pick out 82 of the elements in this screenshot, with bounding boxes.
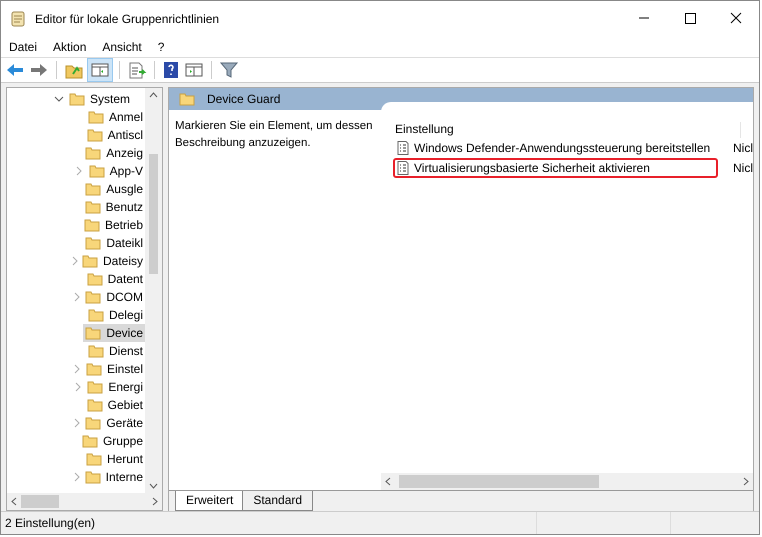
tree-item[interactable]: Datent <box>108 272 143 286</box>
setting-state: Nicl <box>733 141 753 155</box>
folder-icon <box>85 290 102 304</box>
tree-item[interactable]: Energi <box>108 380 143 394</box>
chevron-right-icon[interactable] <box>74 364 80 374</box>
tab[interactable]: Erweitert <box>175 491 244 511</box>
tree-item[interactable]: Dateikl <box>106 236 143 250</box>
tree-item[interactable]: Dienst <box>108 344 143 358</box>
horizontal-scrollbar[interactable] <box>381 473 753 490</box>
tree-item[interactable]: App-V <box>110 164 143 178</box>
window-title: Editor für lokale Gruppenrichtlinien <box>35 12 220 26</box>
description-text: Markieren Sie ein Element, um dessen Beschreibung anzuzeigen. <box>175 120 373 149</box>
folder-icon <box>86 272 103 286</box>
menu-item[interactable]: Aktion <box>53 40 86 54</box>
scrollbar-thumb[interactable] <box>21 495 59 508</box>
scrollbar-thumb[interactable] <box>399 475 599 488</box>
column-header[interactable]: Einstellung <box>395 122 741 138</box>
folder-icon <box>84 218 100 232</box>
chevron-right-icon[interactable] <box>74 292 80 302</box>
vertical-scrollbar[interactable] <box>145 88 162 493</box>
chevron-right-icon[interactable] <box>75 382 82 392</box>
setting-state: Nicl <box>733 161 753 175</box>
filter-icon[interactable] <box>219 61 239 79</box>
forward-arrow-icon[interactable] <box>29 61 49 79</box>
folder-icon <box>86 362 102 376</box>
folder-icon <box>87 380 104 394</box>
tab[interactable]: Standard <box>242 491 314 511</box>
setting-name[interactable]: Windows Defender-Anwendungssteuerung bereitstellen <box>414 141 710 155</box>
folder-icon <box>88 308 104 322</box>
folder-icon <box>88 344 104 358</box>
folder-icon <box>88 110 104 124</box>
tree-item[interactable]: Anzeig <box>106 146 143 160</box>
chevron-down-icon[interactable] <box>54 96 64 102</box>
tree-item[interactable]: Herunt <box>106 452 143 466</box>
tree-item[interactable]: Interne <box>106 470 143 484</box>
folder-icon <box>85 236 102 250</box>
chevron-right-icon[interactable] <box>72 256 78 266</box>
folder-icon <box>86 452 102 466</box>
setting-icon <box>397 161 409 175</box>
tree-item[interactable]: Geräte <box>106 416 143 430</box>
folder-icon <box>86 398 103 412</box>
folder-icon <box>85 416 102 430</box>
chevron-right-icon[interactable] <box>74 472 80 482</box>
folder-icon <box>179 92 195 106</box>
tree-item[interactable]: Delegi <box>108 308 143 322</box>
menu-item[interactable]: ? <box>158 40 164 54</box>
folder-icon <box>85 146 102 160</box>
chevron-right-icon[interactable] <box>74 418 80 428</box>
folder-icon <box>82 434 98 448</box>
folder-icon <box>69 92 85 106</box>
back-arrow-icon[interactable] <box>5 61 25 79</box>
scroll-icon <box>9 10 27 28</box>
panel-icon[interactable] <box>184 61 204 79</box>
folder-icon <box>88 164 105 178</box>
horizontal-scrollbar[interactable] <box>7 493 162 510</box>
tree-item[interactable]: System <box>90 92 130 106</box>
tree-item[interactable]: Anmel <box>108 110 143 124</box>
folder-icon <box>84 470 101 484</box>
panel-icon[interactable] <box>88 59 112 81</box>
tree-item[interactable]: DCOM <box>106 290 143 304</box>
export-list-icon[interactable] <box>127 61 147 79</box>
folder-icon <box>84 200 101 214</box>
scrollbar-thumb[interactable] <box>149 154 158 274</box>
status-text: 2 Einstellung(en) <box>4 516 96 530</box>
tree-item[interactable]: Gruppe <box>102 434 143 448</box>
menu-item[interactable]: Ansicht <box>102 40 142 54</box>
tree-item[interactable]: Dateisy <box>102 254 143 268</box>
folder-icon <box>85 326 102 340</box>
folder-icon <box>85 182 102 196</box>
folder-icon <box>82 254 98 268</box>
tree-item[interactable]: Gebiet <box>108 398 143 412</box>
tree-item[interactable]: Benutz <box>106 200 143 214</box>
tree-item[interactable]: Betrieb <box>104 218 143 232</box>
folder-icon <box>86 128 103 142</box>
help-icon[interactable] <box>162 61 180 79</box>
chevron-right-icon[interactable] <box>76 166 82 176</box>
setting-icon <box>397 141 409 155</box>
tree-item[interactable]: Antiscl <box>108 128 143 142</box>
tree-item[interactable]: Einstel <box>106 362 143 376</box>
pane-title: Device Guard <box>207 92 280 106</box>
menu-item[interactable]: Datei <box>9 40 38 54</box>
tree-item[interactable]: Ausgle <box>106 182 143 196</box>
